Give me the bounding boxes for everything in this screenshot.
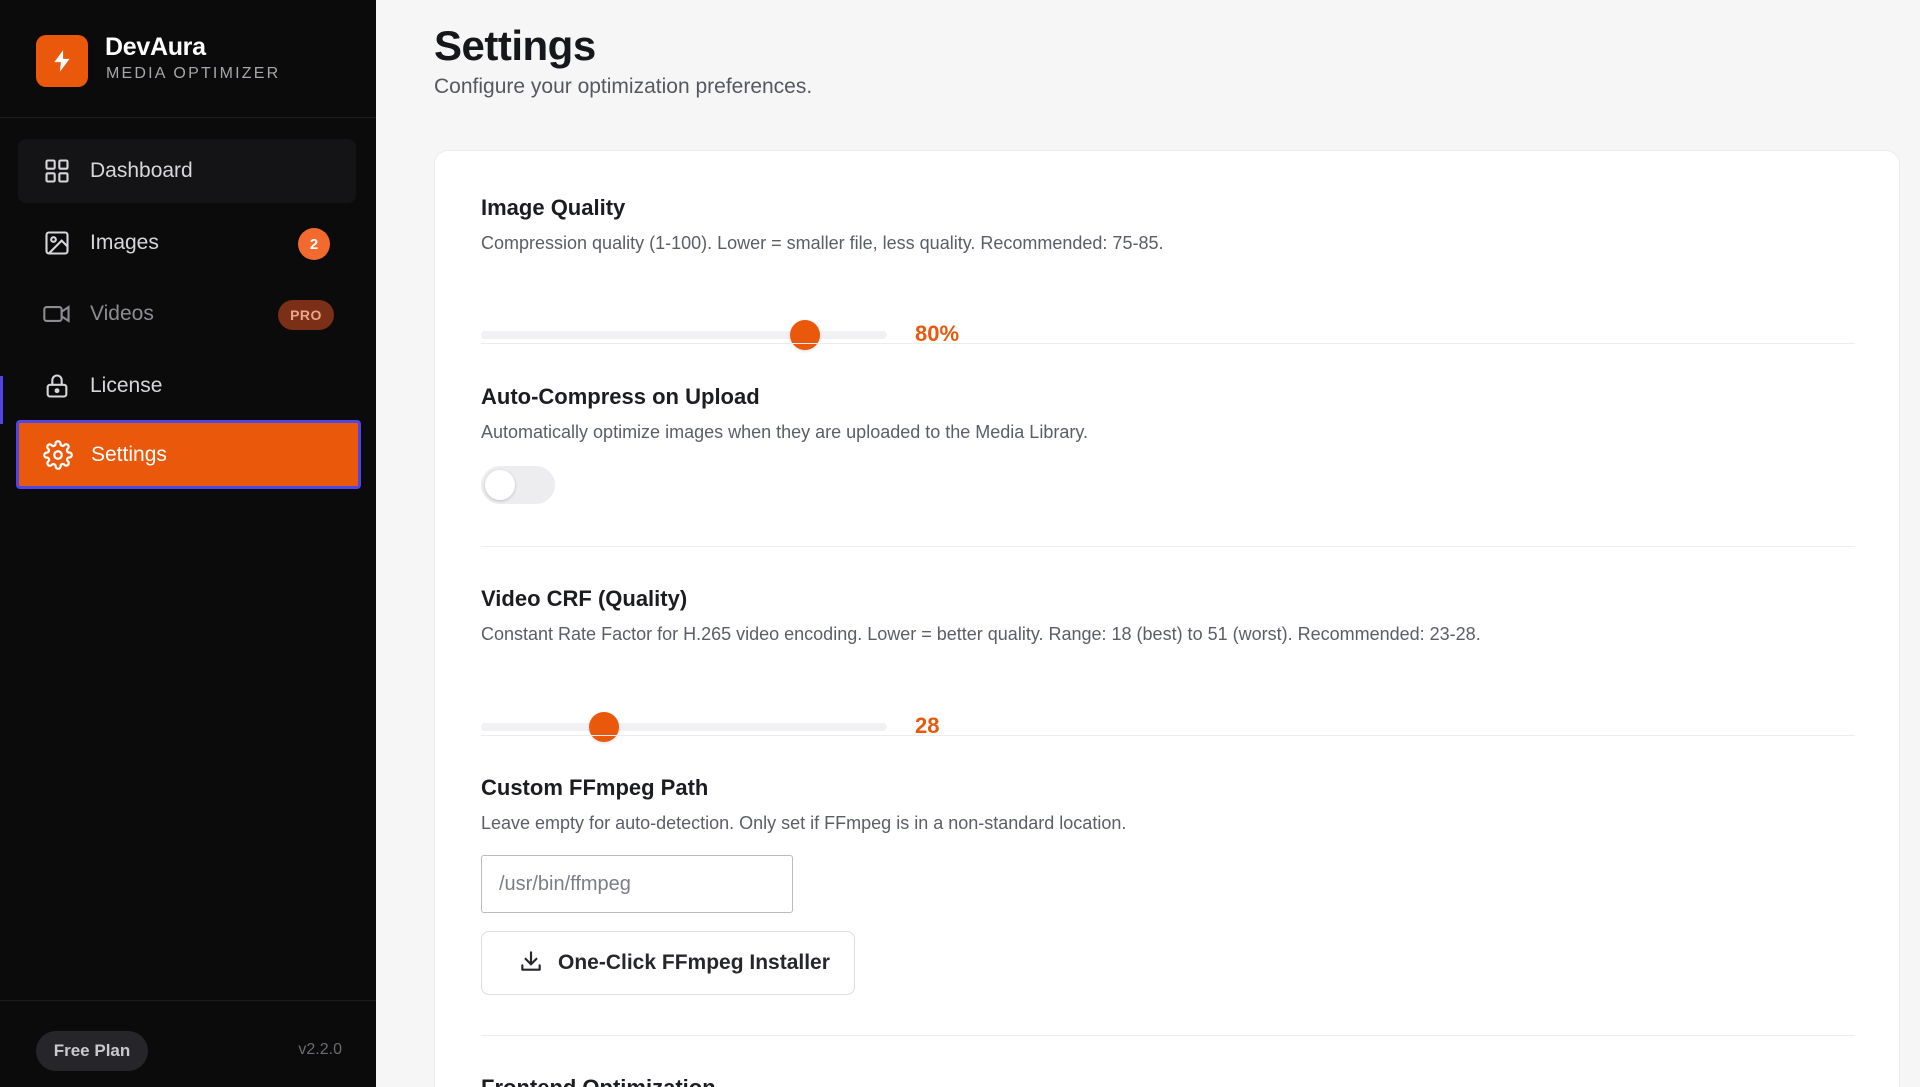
grid-icon bbox=[42, 156, 72, 186]
brand-subtitle: MEDIA OPTIMIZER bbox=[106, 65, 281, 82]
section-description: Leave empty for auto-detection. Only set… bbox=[481, 813, 1127, 833]
section-title: Image Quality bbox=[481, 195, 626, 220]
auto-compress-toggle[interactable] bbox=[481, 466, 555, 504]
video-camera-icon bbox=[42, 299, 72, 329]
download-icon bbox=[518, 948, 544, 979]
gear-icon bbox=[43, 439, 73, 470]
section-title: Auto-Compress on Upload bbox=[481, 384, 760, 409]
plan-badge[interactable]: Free Plan bbox=[36, 1031, 148, 1071]
brand-name: DevAura bbox=[105, 33, 206, 61]
brand-header: DevAura MEDIA OPTIMIZER bbox=[0, 0, 376, 118]
pro-badge: PRO bbox=[278, 300, 334, 330]
divider bbox=[481, 343, 1855, 344]
sidebar: DevAura MEDIA OPTIMIZER Dashboard Images… bbox=[0, 0, 376, 1087]
slider-thumb[interactable] bbox=[789, 320, 820, 350]
lock-icon bbox=[42, 371, 72, 401]
section-description: Constant Rate Factor for H.265 video enc… bbox=[481, 624, 1481, 644]
ffmpeg-installer-button[interactable]: One-Click FFmpeg Installer bbox=[481, 931, 855, 995]
divider bbox=[481, 1035, 1855, 1036]
images-count-badge: 2 bbox=[298, 228, 330, 260]
image-icon bbox=[42, 228, 72, 258]
video-crf-slider[interactable] bbox=[481, 712, 887, 742]
divider bbox=[481, 546, 1855, 547]
sidebar-footer: Free Plan v2.2.0 bbox=[0, 1000, 376, 1087]
ffmpeg-path-input[interactable] bbox=[481, 855, 793, 913]
active-indicator bbox=[0, 376, 3, 424]
page-title: Settings bbox=[434, 22, 596, 69]
sidebar-item-label: Settings bbox=[91, 442, 167, 466]
sidebar-item-label: Dashboard bbox=[90, 159, 193, 182]
page-subtitle: Configure your optimization preferences. bbox=[434, 75, 813, 98]
sidebar-item-dashboard[interactable]: Dashboard bbox=[18, 139, 356, 203]
sidebar-item-label: Images bbox=[90, 231, 159, 254]
auto-compress-section: Auto-Compress on Upload Automatically op… bbox=[481, 384, 1855, 504]
slider-fill bbox=[481, 723, 605, 731]
image-quality-section: Image Quality Compression quality (1-100… bbox=[481, 195, 1855, 350]
version-label: v2.2.0 bbox=[298, 1041, 342, 1058]
settings-card: Image Quality Compression quality (1-100… bbox=[434, 150, 1900, 1087]
installer-button-label: One-Click FFmpeg Installer bbox=[558, 951, 830, 974]
section-title: Custom FFmpeg Path bbox=[481, 775, 709, 800]
slider-fill bbox=[481, 331, 805, 339]
sidebar-item-settings[interactable]: Settings bbox=[16, 420, 361, 489]
sidebar-item-license[interactable]: License bbox=[18, 354, 356, 418]
sidebar-item-videos[interactable]: Videos PRO bbox=[18, 282, 356, 346]
section-title: Video CRF (Quality) bbox=[481, 586, 688, 611]
lightning-bolt-icon bbox=[36, 35, 88, 87]
sidebar-item-label: Videos bbox=[90, 302, 154, 325]
toggle-knob bbox=[485, 470, 515, 500]
image-quality-slider[interactable] bbox=[481, 320, 887, 350]
video-crf-section: Video CRF (Quality) Constant Rate Factor… bbox=[481, 586, 1855, 742]
ffmpeg-path-section: Custom FFmpeg Path Leave empty for auto-… bbox=[481, 775, 1855, 995]
sidebar-item-images[interactable]: Images 2 bbox=[18, 211, 356, 275]
frontend-optimization-title: Frontend Optimization bbox=[481, 1075, 716, 1087]
section-description: Compression quality (1-100). Lower = sma… bbox=[481, 233, 1164, 253]
sidebar-item-label: License bbox=[90, 374, 163, 397]
section-description: Automatically optimize images when they … bbox=[481, 422, 1088, 442]
slider-thumb[interactable] bbox=[589, 712, 620, 742]
divider bbox=[481, 735, 1855, 736]
